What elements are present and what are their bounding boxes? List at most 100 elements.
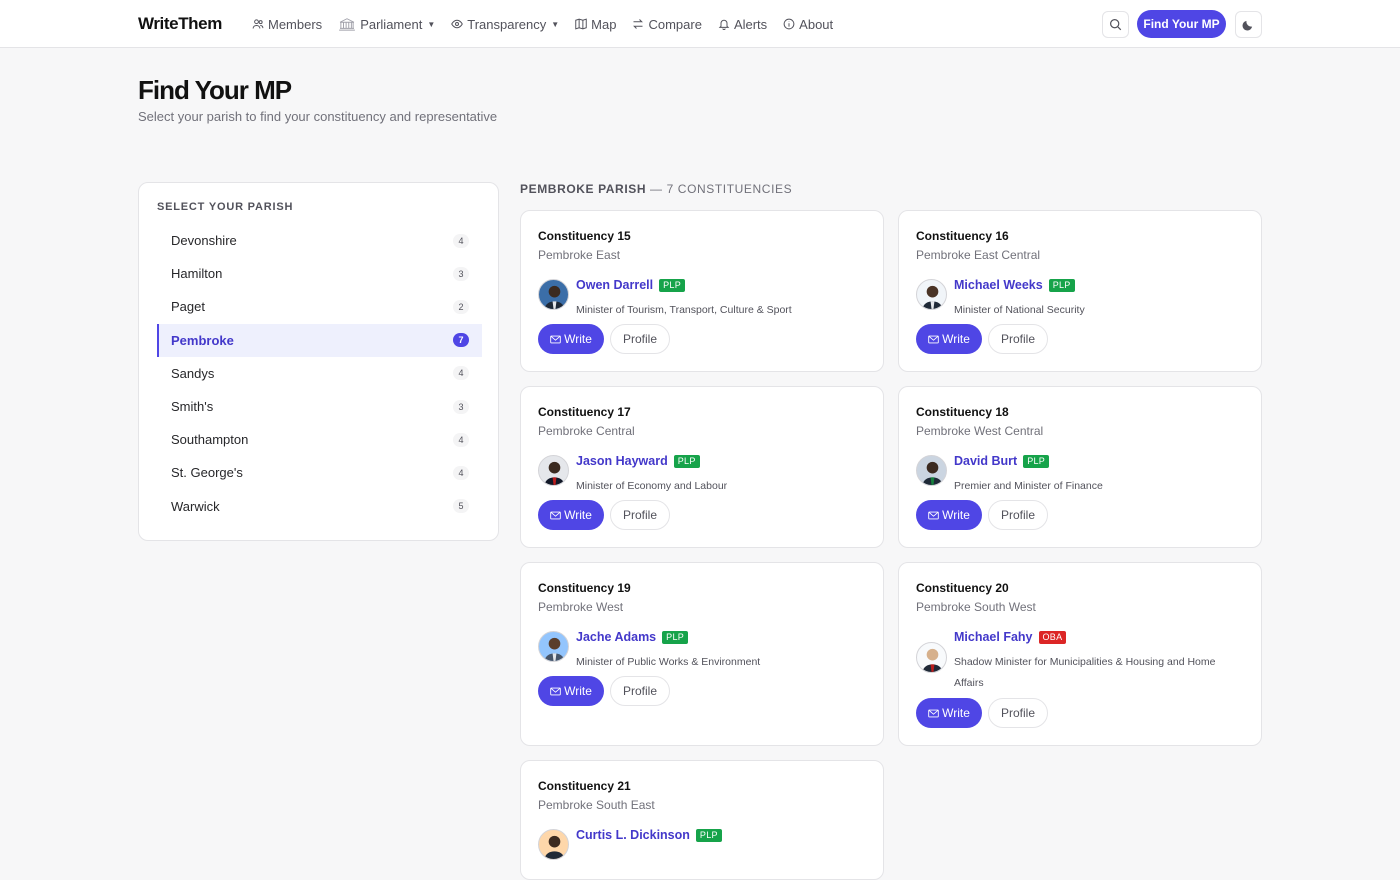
constituency-area: Pembroke East: [538, 248, 621, 262]
profile-button[interactable]: Profile: [610, 500, 670, 530]
write-button-label: Write: [942, 332, 970, 346]
constituency-title: Constituency 15: [538, 229, 631, 243]
nav-members[interactable]: Members: [252, 17, 322, 32]
find-your-mp-button[interactable]: Find Your MP: [1137, 10, 1226, 38]
party-badge: PLP: [1048, 278, 1075, 292]
write-button[interactable]: Write: [538, 324, 604, 354]
write-button[interactable]: Write: [538, 500, 604, 530]
constituency-card-19: Constituency 19 Pembroke West Jache Adam…: [520, 562, 884, 746]
mail-icon: [928, 511, 939, 519]
mp-name-link[interactable]: Curtis L. Dickinson: [576, 828, 690, 842]
constituency-area: Pembroke Central: [538, 424, 635, 438]
parish-item-devonshire[interactable]: Devonshire 4: [157, 224, 482, 257]
constituency-card-21: Constituency 21 Pembroke South East Curt…: [520, 760, 884, 880]
map-icon: [575, 18, 587, 30]
search-button[interactable]: [1102, 11, 1129, 38]
parish-list: Devonshire 4 Hamilton 3 Paget 2 Pembroke 7 S…: [157, 224, 482, 523]
write-button[interactable]: Write: [916, 698, 982, 728]
nav-about[interactable]: About: [783, 17, 833, 32]
nav-alerts[interactable]: Alerts: [718, 17, 767, 32]
results-heading: PEMBROKE PARISH — 7 CONSTITUENCIES: [520, 182, 792, 196]
brand-logo[interactable]: WriteThem: [138, 14, 222, 34]
mail-icon: [550, 335, 561, 343]
nav-parliament[interactable]: Parliament ▼: [338, 17, 435, 32]
constituency-card-16: Constituency 16 Pembroke East Central Mi…: [898, 210, 1262, 372]
top-navbar: WriteThem Members Parliament ▼ Transpare…: [0, 0, 1400, 48]
parish-count-badge: 3: [453, 266, 469, 281]
party-badge: PLP: [695, 828, 722, 842]
mp-row: Michael Weeks PLP: [954, 278, 1075, 292]
constituency-area: Pembroke South West: [916, 600, 1036, 614]
constituency-title: Constituency 16: [916, 229, 1009, 243]
parish-item-label: Pembroke: [171, 332, 234, 348]
results-heading-count: — 7 CONSTITUENCIES: [646, 182, 793, 196]
profile-button[interactable]: Profile: [988, 324, 1048, 354]
nav-about-label: About: [799, 16, 834, 32]
parish-item-st-georges[interactable]: St. George's 4: [157, 456, 482, 489]
nav-compare[interactable]: Compare: [632, 17, 702, 32]
mail-icon: [928, 709, 939, 717]
party-badge: PLP: [673, 454, 700, 468]
write-button-label: Write: [942, 508, 970, 522]
chevron-down-icon: ▼: [551, 19, 560, 29]
mail-icon: [928, 335, 939, 343]
parish-count-badge: 4: [453, 465, 469, 480]
parish-item-warwick[interactable]: Warwick 5: [157, 490, 482, 523]
mp-avatar: [916, 455, 947, 486]
mp-name-link[interactable]: Michael Weeks: [954, 278, 1043, 292]
nav-transparency-label: Transparency: [467, 16, 547, 32]
constituency-area: Pembroke South East: [538, 798, 655, 812]
parish-item-southampton[interactable]: Southampton 4: [157, 423, 482, 456]
constituency-title: Constituency 18: [916, 405, 1009, 419]
profile-button[interactable]: Profile: [988, 698, 1048, 728]
mp-role: Minister of National Security: [954, 304, 1085, 316]
party-badge: PLP: [1023, 454, 1050, 468]
write-button-label: Write: [564, 508, 592, 522]
write-button[interactable]: Write: [916, 500, 982, 530]
write-button-label: Write: [564, 332, 592, 346]
mp-avatar: [916, 279, 947, 310]
party-badge: OBA: [1038, 630, 1067, 644]
write-button[interactable]: Write: [538, 676, 604, 706]
constituency-card-18: Constituency 18 Pembroke West Central Da…: [898, 386, 1262, 548]
nav-map[interactable]: Map: [575, 17, 616, 32]
party-badge: PLP: [659, 278, 686, 292]
parish-item-pembroke[interactable]: Pembroke 7: [157, 323, 482, 357]
parish-count-badge: 5: [453, 499, 469, 514]
parish-item-label: Paget: [171, 299, 205, 315]
parish-item-label: Southampton: [171, 432, 249, 448]
mp-row: Curtis L. Dickinson PLP: [576, 828, 722, 842]
parish-item-smiths[interactable]: Smith's 3: [157, 390, 482, 423]
write-button-label: Write: [564, 684, 592, 698]
mp-name-link[interactable]: Jason Hayward: [576, 454, 668, 468]
chevron-down-icon: ▼: [427, 19, 436, 29]
write-button[interactable]: Write: [916, 324, 982, 354]
search-icon: [1110, 19, 1122, 31]
constituency-title: Constituency 19: [538, 581, 631, 595]
mp-role: Minister of Public Works & Environment: [576, 656, 761, 668]
mp-name-link[interactable]: David Burt: [954, 454, 1017, 468]
mp-role: Premier and Minister of Finance: [954, 480, 1103, 492]
constituency-area: Pembroke West Central: [916, 424, 1044, 438]
parliament-icon: [339, 18, 356, 31]
profile-button[interactable]: Profile: [610, 324, 670, 354]
constituency-card-20: Constituency 20 Pembroke South West Mich…: [898, 562, 1262, 746]
mp-row: David Burt PLP: [954, 454, 1050, 468]
parish-item-paget[interactable]: Paget 2: [157, 290, 482, 323]
theme-toggle-button[interactable]: [1235, 11, 1262, 38]
mp-name-link[interactable]: Jache Adams: [576, 630, 656, 644]
mail-icon: [550, 687, 561, 695]
nav-transparency[interactable]: Transparency ▼: [451, 17, 559, 32]
parish-item-label: St. George's: [171, 465, 243, 481]
nav-parliament-label: Parliament: [360, 16, 423, 32]
parish-item-hamilton[interactable]: Hamilton 3: [157, 257, 482, 290]
profile-button[interactable]: Profile: [610, 676, 670, 706]
parish-item-sandys[interactable]: Sandys 4: [157, 357, 482, 390]
profile-button[interactable]: Profile: [988, 500, 1048, 530]
compare-arrows-icon: [633, 19, 644, 29]
mp-name-link[interactable]: Michael Fahy: [954, 630, 1033, 644]
constituency-title: Constituency 17: [538, 405, 631, 419]
mp-role: Minister of Tourism, Transport, Culture …: [576, 304, 792, 316]
mp-row: Owen Darrell PLP: [576, 278, 686, 292]
mp-name-link[interactable]: Owen Darrell: [576, 278, 653, 292]
